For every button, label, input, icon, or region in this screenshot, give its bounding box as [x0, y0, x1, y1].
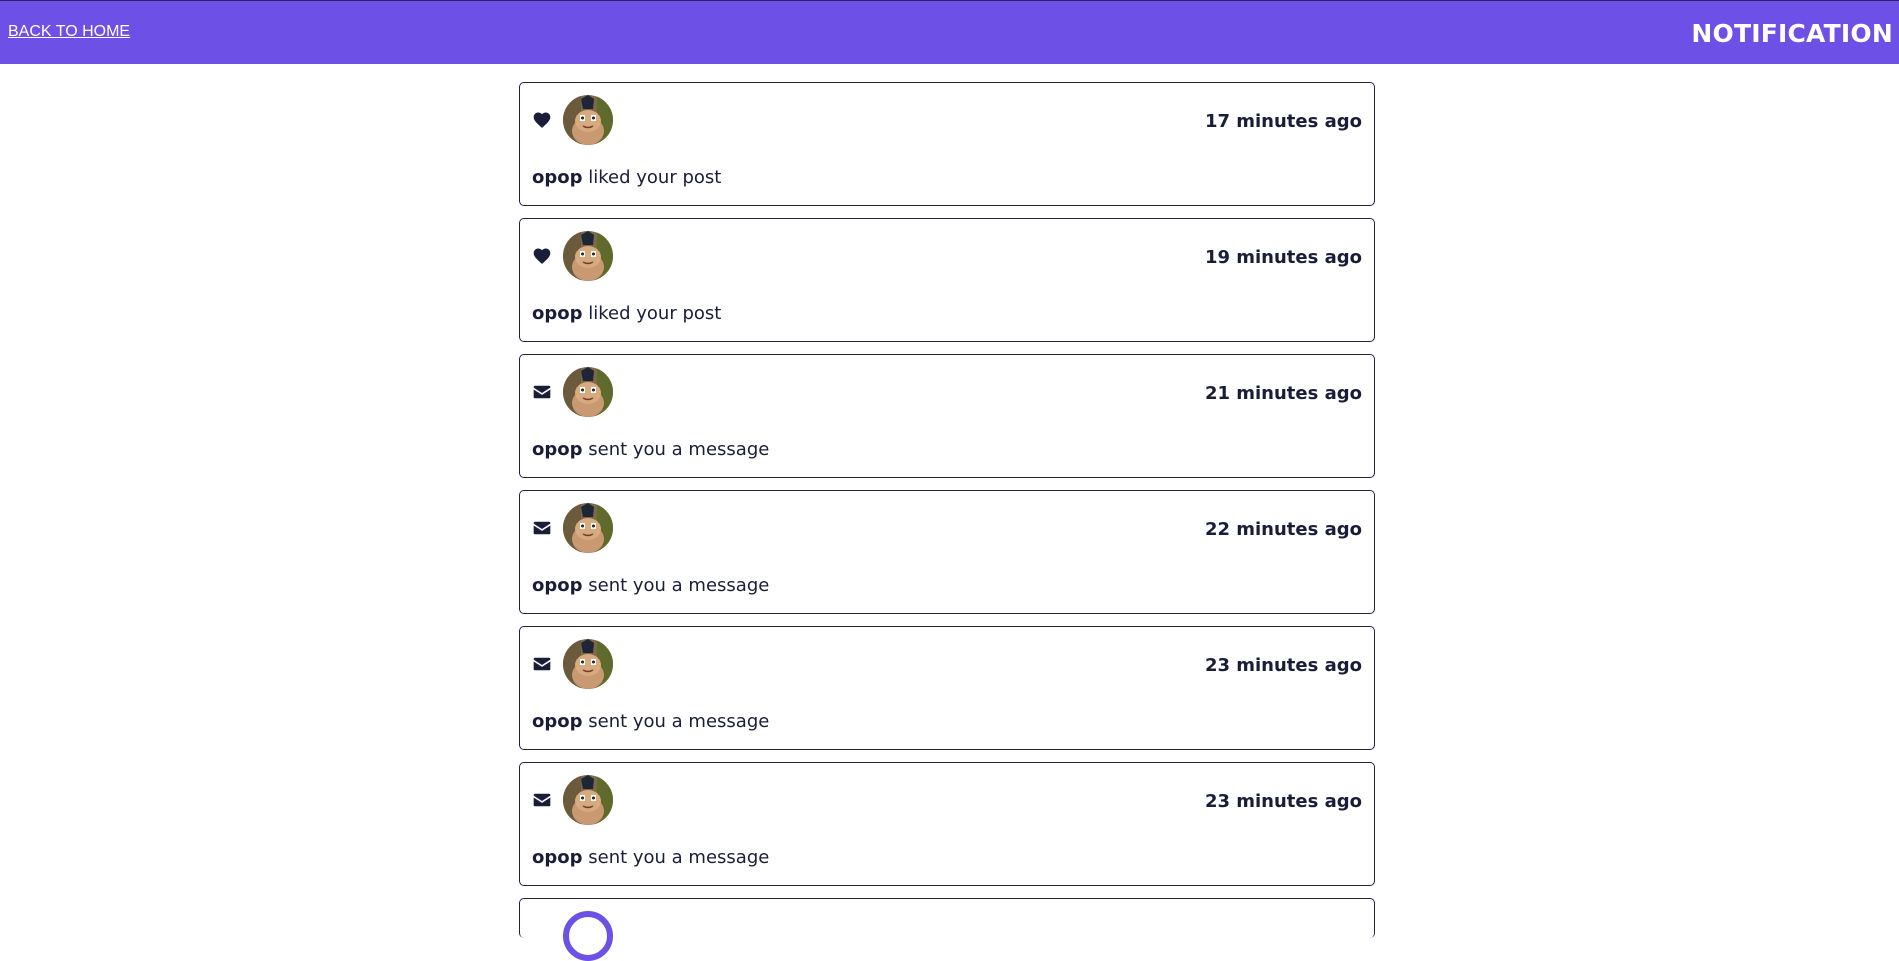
notification-card[interactable]: 19 minutes ago opop liked your post	[519, 218, 1375, 342]
heart-icon	[533, 112, 551, 128]
notification-card[interactable]: 17 minutes ago opop liked your post	[519, 82, 1375, 206]
notification-card[interactable]	[519, 898, 1375, 961]
notification-list: 17 minutes ago opop liked your post 19 m…	[519, 82, 1375, 961]
notification-message: opop sent you a message	[532, 575, 769, 596]
notification-text: liked your post	[588, 303, 722, 324]
notification-card[interactable]: 23 minutes ago opop sent you a message	[519, 762, 1375, 886]
avatar	[563, 639, 613, 689]
notification-message: opop sent you a message	[532, 847, 769, 868]
notification-time: 22 minutes ago	[1204, 519, 1362, 540]
avatar	[563, 95, 613, 145]
notification-time: 23 minutes ago	[1204, 655, 1362, 676]
notification-text: sent you a message	[588, 439, 770, 460]
envelope-icon	[533, 521, 551, 535]
notification-time: 19 minutes ago	[1204, 247, 1362, 268]
notification-time: 17 minutes ago	[1204, 111, 1362, 132]
notification-message: opop liked your post	[532, 303, 721, 324]
notification-text: liked your post	[588, 167, 722, 188]
notification-username[interactable]: opop	[532, 439, 583, 460]
avatar	[563, 911, 613, 961]
page-title: NOTIFICATION	[1691, 19, 1893, 48]
envelope-icon	[533, 793, 551, 807]
notification-username[interactable]: opop	[532, 575, 583, 596]
top-bar: BACK TO HOME NOTIFICATION	[0, 0, 1899, 64]
avatar	[563, 367, 613, 417]
notification-card[interactable]: 21 minutes ago opop sent you a message	[519, 354, 1375, 478]
avatar	[563, 775, 613, 825]
avatar	[563, 231, 613, 281]
notification-username[interactable]: opop	[532, 303, 583, 324]
notification-time: 21 minutes ago	[1204, 383, 1362, 404]
notification-message: opop liked your post	[532, 167, 721, 188]
notification-username[interactable]: opop	[532, 847, 583, 868]
envelope-icon	[533, 657, 551, 671]
notification-time: 23 minutes ago	[1204, 791, 1362, 812]
notification-card[interactable]: 23 minutes ago opop sent you a message	[519, 626, 1375, 750]
notification-username[interactable]: opop	[532, 167, 583, 188]
avatar	[563, 503, 613, 553]
notification-text: sent you a message	[588, 847, 770, 868]
back-to-home-link[interactable]: BACK TO HOME	[8, 23, 130, 41]
notification-message: opop sent you a message	[532, 439, 769, 460]
notification-text: sent you a message	[588, 575, 770, 596]
notification-message: opop sent you a message	[532, 711, 769, 732]
heart-icon	[533, 248, 551, 264]
notification-username[interactable]: opop	[532, 711, 583, 732]
notification-card[interactable]: 22 minutes ago opop sent you a message	[519, 490, 1375, 614]
notification-text: sent you a message	[588, 711, 770, 732]
envelope-icon	[533, 385, 551, 399]
